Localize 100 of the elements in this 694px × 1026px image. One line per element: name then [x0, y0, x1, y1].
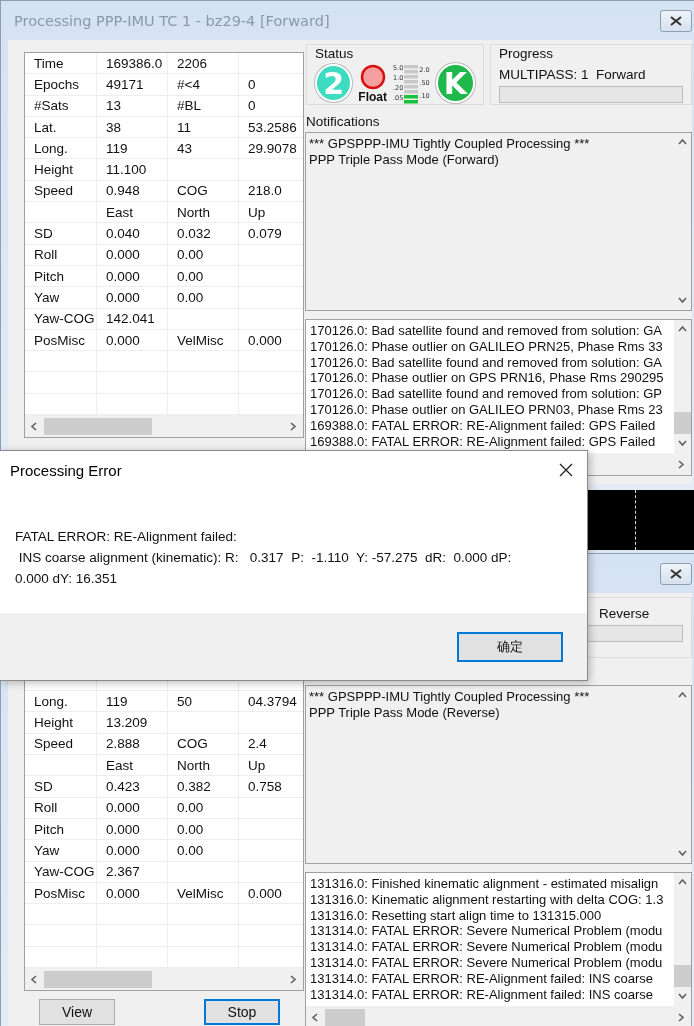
table-cell: 0.000: [97, 244, 168, 266]
table-cell: [25, 755, 97, 777]
log-line: 170126.0: Bad satellite found and removed from solution: GP: [310, 386, 663, 402]
table-cell: 119: [97, 138, 168, 160]
ok-button[interactable]: 确定: [457, 631, 563, 662]
scroll-right-icon[interactable]: [676, 458, 687, 470]
table-cell: North: [168, 755, 239, 777]
table-cell: 0.000: [97, 818, 168, 841]
log-line: 131316.0: Finished kinematic alignment - estimated misalign: [310, 876, 660, 892]
table-cell: VelMisc: [168, 882, 239, 905]
dialog-title: Processing Error: [10, 461, 122, 479]
table-cell: 0.000: [97, 882, 168, 905]
notification-line: *** GPSPPP-IMU Tightly Coupled Processing ***: [309, 136, 591, 153]
log-line: 169388.0: FATAL ERROR: RE-Alignment failed: GPS Failed: [310, 433, 657, 450]
push-button[interactable]: View: [39, 999, 115, 1026]
push-button[interactable]: Stop: [204, 999, 280, 1026]
table-cell: SD: [25, 776, 97, 798]
table-cell: 2.367: [97, 861, 168, 883]
table-cell: 0.032: [168, 223, 239, 245]
table-cell: Height: [25, 159, 97, 181]
table-cell: Yaw-COG: [25, 861, 97, 883]
table-cell: 0.000: [97, 797, 168, 819]
scroll-thumb[interactable]: [325, 1008, 365, 1026]
scroll-right-icon[interactable]: [288, 420, 299, 432]
table-cell: Time: [25, 53, 97, 75]
table-cell: Pitch: [25, 818, 97, 841]
horizontal-scrollbar[interactable]: [25, 968, 303, 991]
table-cell: Long.: [25, 691, 97, 713]
horizontal-scrollbar[interactable]: [25, 415, 303, 438]
table-cell: 0.040: [97, 223, 168, 245]
table-cell: [25, 372, 97, 394]
table-cell: 119: [97, 691, 168, 713]
table-cell: 0.000: [97, 329, 168, 352]
scroll-thumb[interactable]: [44, 970, 152, 988]
horizontal-scrollbar[interactable]: [306, 1006, 691, 1026]
close-icon[interactable]: [559, 463, 573, 477]
table-cell: Lat.: [25, 116, 97, 139]
vertical-scrollbar[interactable]: [674, 873, 691, 1006]
table-cell: COG: [168, 180, 239, 203]
table-cell: 13: [97, 95, 168, 117]
float-label: Float: [358, 90, 387, 103]
log-line: 131314.0: FATAL ERROR: RE-Alignment failed: INS coarse: [310, 970, 654, 987]
scroll-down-icon[interactable]: [677, 991, 688, 1002]
log-line: 170126.0: Phase outlier on GALILEO PRN25, Phase Rms 33: [310, 338, 664, 355]
table-cell: PosMisc: [25, 329, 97, 352]
table-cell: Roll: [25, 797, 97, 819]
table-cell: [25, 904, 97, 926]
group-label: Status: [315, 47, 355, 61]
table-cell: 11.100: [97, 159, 168, 181]
table-cell: 50: [168, 691, 239, 713]
status-light-icon: [359, 63, 386, 90]
table-cell: PosMisc: [25, 882, 97, 905]
table-cell: 0.00: [168, 244, 239, 266]
scroll-down-icon[interactable]: [677, 848, 688, 859]
table-cell: 0: [239, 95, 303, 117]
table-cell: [25, 925, 97, 947]
table-cell: #BL: [168, 95, 239, 117]
scroll-down-icon[interactable]: [677, 438, 688, 449]
table-cell: 0.00: [168, 797, 239, 819]
table-cell: 2206: [168, 53, 239, 75]
close-button[interactable]: [660, 9, 692, 32]
table-cell: Roll: [25, 244, 97, 266]
error-message: FATAL ERROR: RE-Alignment failed:: [15, 528, 238, 546]
close-button[interactable]: [660, 562, 692, 585]
section-label: Notifications: [305, 113, 381, 131]
table-cell: 0.000: [97, 840, 168, 862]
scroll-thumb[interactable]: [674, 412, 691, 434]
table-cell: East: [97, 755, 168, 777]
scroll-down-icon[interactable]: [677, 295, 688, 306]
table-cell: Epochs: [25, 74, 97, 96]
table-cell: Yaw-COG: [25, 308, 97, 330]
error-message: INS coarse alignment (kinematic): R: 0.317 P: -1.110 Y: -57.275 dR: 0.000 dP: 0.000 dY: 16.351: [15, 549, 513, 588]
table-cell: 0.382: [168, 776, 239, 798]
table-cell: 0.00: [168, 818, 239, 841]
table-cell: 0.00: [168, 840, 239, 862]
table-cell: Yaw: [25, 840, 97, 862]
progress-text: Reverse: [598, 605, 651, 623]
scroll-right-icon[interactable]: [288, 973, 299, 985]
table-cell: #Sats: [25, 95, 97, 117]
table-cell: 142.041: [97, 308, 168, 330]
log-line: 131314.0: FATAL ERROR: Severe Numerical Problem (modu: [310, 939, 664, 955]
scroll-thumb[interactable]: [44, 417, 152, 435]
table-cell: SD: [25, 223, 97, 245]
log-line: 131316.0: Kinematic alignment restarting with delta COG: 1.3: [310, 891, 665, 908]
table-cell: 13.209: [97, 712, 168, 734]
table-cell: 0.00: [168, 287, 239, 309]
notification-line: *** GPSPPP-IMU Tightly Coupled Processing ***: [309, 689, 591, 706]
table-cell: [25, 351, 97, 373]
table-cell: Long.: [25, 138, 97, 160]
close-icon: [670, 15, 682, 26]
log-line: 170126.0: Phase outlier on GPS PRN16, Phase Rms 290295: [310, 370, 665, 387]
scroll-right-icon[interactable]: [676, 1011, 687, 1023]
close-icon: [670, 568, 682, 579]
scroll-thumb[interactable]: [674, 965, 691, 987]
vertical-scrollbar[interactable]: [674, 320, 691, 453]
window-title: Processing PPP-IMU TC 1 - bz29-4 [Forward]: [13, 12, 330, 29]
table-cell: 2.888: [97, 733, 168, 756]
log-line: 170126.0: Bad satellite found and removed from solution: GA: [310, 354, 663, 371]
table-cell: North: [168, 202, 239, 224]
table-cell: 0.948: [97, 180, 168, 203]
